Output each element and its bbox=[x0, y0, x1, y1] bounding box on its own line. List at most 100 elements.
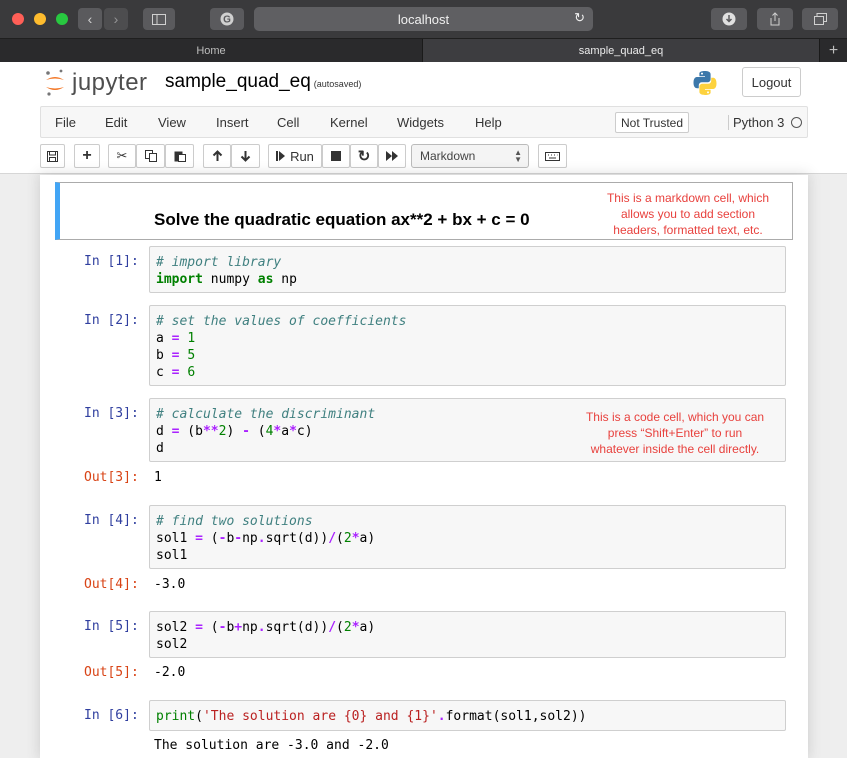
g-site-icon: G bbox=[220, 12, 234, 26]
restart-kernel-button[interactable]: ↻ bbox=[350, 144, 378, 168]
code-cell[interactable]: # find two solutions sol1 = (-b-np.sqrt(d… bbox=[149, 505, 786, 569]
scissors-icon: ✂ bbox=[116, 148, 128, 163]
browser-titlebar: ‹ › G localhost ↻ bbox=[0, 0, 847, 38]
menu-cell[interactable]: Cell bbox=[277, 115, 299, 130]
chevron-left-icon: ‹ bbox=[87, 11, 93, 27]
interrupt-kernel-button[interactable] bbox=[322, 144, 350, 168]
menu-edit[interactable]: Edit bbox=[105, 115, 127, 130]
code-line: # set the values of coefficients bbox=[156, 314, 407, 329]
jupyter-header: jupyter sample_quad_eq (autosaved) Logout bbox=[0, 62, 847, 106]
code-cell[interactable]: # import library import numpy as np bbox=[149, 246, 786, 293]
run-button[interactable]: Run bbox=[268, 144, 322, 168]
code-cell[interactable]: print('The solution are {0} and {1}'.for… bbox=[149, 700, 786, 731]
code-cell-annotation: This is a code cell, which you can press… bbox=[573, 409, 777, 457]
markdown-cell-annotation: This is a markdown cell, which allows yo… bbox=[588, 190, 788, 238]
reload-icon[interactable]: ↻ bbox=[574, 10, 585, 26]
cell-type-select[interactable]: Markdown ▲ ▼ bbox=[411, 144, 529, 168]
forward-button[interactable]: › bbox=[104, 8, 128, 30]
cut-button[interactable]: ✂ bbox=[108, 144, 136, 168]
restart-run-all-button[interactable] bbox=[378, 144, 406, 168]
sidebar-icon bbox=[152, 13, 166, 25]
move-cell-down-button[interactable] bbox=[231, 144, 260, 168]
in-prompt: In [5]: bbox=[84, 619, 139, 634]
browser-tab-bar: Home sample_quad_eq + bbox=[0, 38, 847, 63]
notebook-title[interactable]: sample_quad_eq bbox=[165, 71, 311, 92]
code-line: b = 5 bbox=[156, 348, 196, 363]
code-line: import numpy as np bbox=[156, 272, 297, 287]
cell-output: 1 bbox=[154, 470, 162, 485]
code-line: sol2 = (-b+np.sqrt(d))/(2*a) bbox=[156, 620, 376, 635]
plus-icon: + bbox=[82, 147, 92, 164]
insert-cell-button[interactable]: + bbox=[74, 144, 100, 168]
save-button[interactable] bbox=[40, 144, 65, 168]
sidebar-toggle-button[interactable] bbox=[143, 8, 175, 30]
tab-sample-quad-eq[interactable]: sample_quad_eq bbox=[423, 39, 820, 63]
restart-icon: ↻ bbox=[357, 148, 371, 165]
arrow-up-icon bbox=[212, 150, 222, 161]
trust-status-button[interactable]: Not Trusted bbox=[615, 112, 690, 133]
markdown-cell-selected[interactable]: Solve the quadratic equation ax**2 + bx … bbox=[55, 182, 793, 240]
code-line: sol2 bbox=[156, 637, 188, 652]
jupyter-logo-icon bbox=[46, 69, 64, 96]
stop-icon bbox=[331, 151, 341, 161]
tab-label: sample_quad_eq bbox=[578, 45, 664, 57]
tab-home[interactable]: Home bbox=[0, 39, 423, 63]
keyboard-icon bbox=[545, 151, 560, 161]
menu-insert[interactable]: Insert bbox=[216, 115, 249, 130]
annotation-line: allows you to add section bbox=[620, 207, 756, 221]
url-text: localhost bbox=[397, 11, 450, 27]
kernel-name[interactable]: Python 3 bbox=[728, 115, 784, 130]
move-cell-up-button[interactable] bbox=[203, 144, 231, 168]
out-prompt: Out[4]: bbox=[84, 577, 139, 592]
markdown-heading: Solve the quadratic equation ax**2 + bx … bbox=[154, 210, 530, 229]
code-line: sol1 bbox=[156, 548, 188, 563]
annotation-line: This is a code cell, which you can bbox=[585, 410, 765, 424]
menu-file[interactable]: File bbox=[55, 115, 76, 130]
in-prompt: In [3]: bbox=[84, 406, 139, 421]
in-prompt: In [4]: bbox=[84, 513, 139, 528]
menu-widgets[interactable]: Widgets bbox=[397, 115, 444, 130]
jupyter-logo[interactable]: jupyter bbox=[44, 68, 148, 98]
downloads-button[interactable] bbox=[711, 8, 747, 30]
code-cell[interactable]: sol2 = (-b+np.sqrt(d))/(2*a) sol2 bbox=[149, 611, 786, 658]
minimize-window-button[interactable] bbox=[34, 13, 46, 25]
paste-icon bbox=[174, 151, 186, 162]
menu-kernel[interactable]: Kernel bbox=[330, 115, 368, 130]
fast-forward-icon bbox=[386, 151, 398, 161]
save-icon bbox=[47, 150, 58, 162]
menubar: File Edit View Insert Cell Kernel Widget… bbox=[40, 106, 808, 138]
close-window-button[interactable] bbox=[12, 13, 24, 25]
out-prompt: Out[5]: bbox=[84, 665, 139, 680]
command-palette-button[interactable] bbox=[538, 144, 567, 168]
run-label: Run bbox=[290, 148, 314, 164]
copy-button[interactable] bbox=[136, 144, 165, 168]
logout-button[interactable]: Logout bbox=[742, 67, 801, 97]
code-line: # import library bbox=[156, 255, 282, 270]
share-icon bbox=[770, 12, 780, 26]
menu-view[interactable]: View bbox=[158, 115, 186, 130]
in-prompt: In [6]: bbox=[84, 708, 139, 723]
code-line: print('The solution are {0} and {1}'.for… bbox=[156, 709, 587, 724]
address-bar[interactable]: localhost ↻ bbox=[254, 7, 593, 31]
code-line: # find two solutions bbox=[156, 514, 313, 529]
cell-output: -2.0 bbox=[154, 665, 186, 680]
annotation-line: press “Shift+Enter” to run bbox=[607, 426, 743, 440]
new-tab-button[interactable]: + bbox=[820, 39, 847, 63]
tabs-overview-button[interactable] bbox=[802, 8, 838, 30]
back-button[interactable]: ‹ bbox=[78, 8, 102, 30]
menu-help[interactable]: Help bbox=[475, 115, 502, 130]
download-icon bbox=[722, 12, 736, 26]
chevron-right-icon: › bbox=[113, 11, 119, 27]
in-prompt: In [2]: bbox=[84, 313, 139, 328]
jupyter-logo-text: jupyter bbox=[72, 69, 148, 96]
in-prompt: In [1]: bbox=[84, 254, 139, 269]
zoom-window-button[interactable] bbox=[56, 13, 68, 25]
share-button[interactable] bbox=[757, 8, 793, 30]
kernel-idle-icon bbox=[791, 117, 802, 128]
autosave-status: (autosaved) bbox=[313, 79, 362, 89]
paste-button[interactable] bbox=[165, 144, 194, 168]
notebook-name[interactable]: sample_quad_eq (autosaved) bbox=[165, 71, 361, 93]
code-cell[interactable]: # set the values of coefficients a = 1 b =… bbox=[149, 305, 786, 386]
python-logo-icon bbox=[693, 71, 717, 95]
site-icon-button[interactable]: G bbox=[210, 8, 244, 30]
